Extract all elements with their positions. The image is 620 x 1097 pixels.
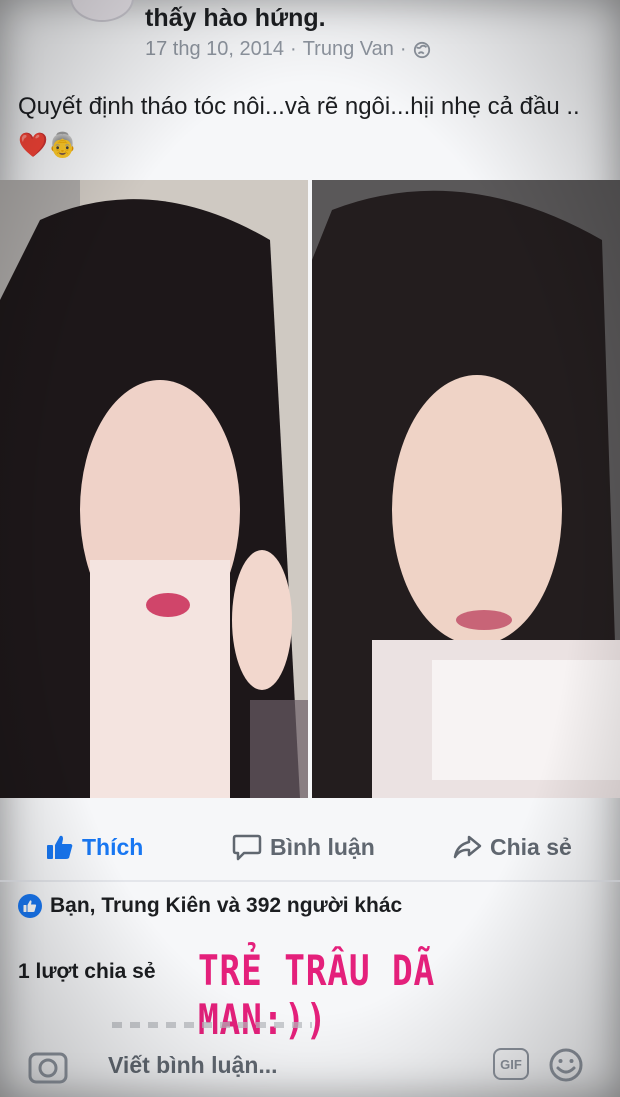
post-meta: 17 thg 10, 2014 · Trung Van · [145,38,431,61]
comment-icon [232,834,262,861]
person-emoji: 👵 [47,131,78,159]
author-avatar[interactable] [70,0,134,22]
like-reaction-icon [18,894,42,918]
post-author[interactable]: Trung Van [303,38,394,61]
like-button[interactable]: Thích [46,834,143,861]
share-label: Chia sẻ [490,833,572,860]
heart-emoji: ❤️ [18,131,48,159]
share-button[interactable]: Chia sẻ [452,833,572,861]
overlay-caption: TRẺ TRÂU DÃ MAN:)) [198,946,436,1044]
post-body: Quyết định tháo tóc nôi...và rẽ ngôi...h… [18,93,580,120]
action-bar: Thích Bình luận Chia sẻ [0,825,620,869]
smiley-icon[interactable] [548,1047,584,1083]
photo-left[interactable] [0,180,308,798]
globe-icon [413,41,430,58]
comment-bar: Viết bình luận... GIF [0,1040,620,1097]
photo-right-image [312,180,620,798]
meta-separator-2: · [399,38,407,60]
meta-separator: · [290,38,297,60]
post-text: Quyết định tháo tóc nôi...và rẽ ngôi...h… [18,88,608,165]
post-header-text: thấy hào hứng. [145,4,326,32]
photo-left-image [0,180,308,798]
post-card: thấy hào hứng. 17 thg 10, 2014 · Trung V… [0,0,620,1097]
comment-button[interactable]: Bình luận [232,833,375,861]
comment-input[interactable]: Viết bình luận... [108,1052,278,1079]
share-count[interactable]: 1 lượt chia sẻ [18,960,156,984]
reactions-text: Bạn, Trung Kiên và 392 người khác [50,894,403,917]
share-icon [453,835,482,859]
post-date[interactable]: 17 thg 10, 2014 [145,38,284,61]
like-label: Thích [82,833,144,860]
camera-icon[interactable] [28,1048,68,1084]
gif-icon[interactable]: GIF [493,1048,529,1080]
reactions-summary[interactable]: Bạn, Trung Kiên và 392 người khác [18,894,402,918]
faded-text-line [112,1022,312,1028]
photo-right[interactable] [312,180,620,798]
like-icon [47,835,73,859]
divider [0,880,620,882]
comment-label: Bình luận [270,833,375,860]
